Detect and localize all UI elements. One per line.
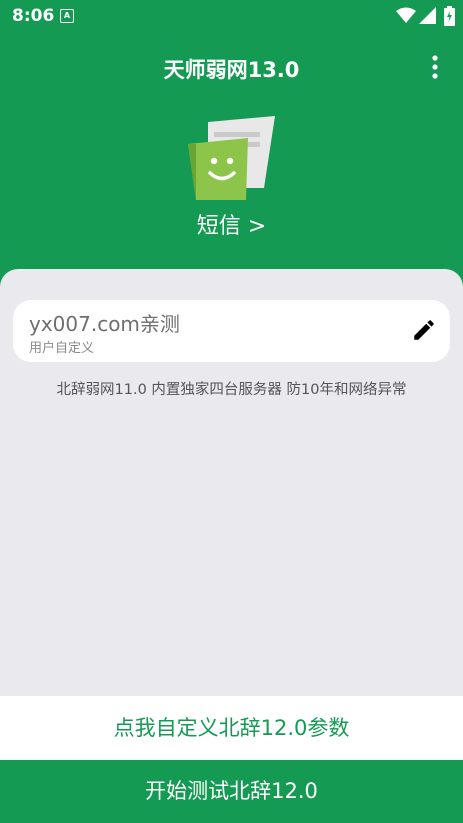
signal-icon — [419, 7, 436, 24]
customize-params-button[interactable]: 点我自定义北辞12.0参数 — [0, 696, 463, 760]
description-text: 北辞弱网11.0 内置独家四台服务器 防10年和网络异常 — [56, 382, 407, 398]
battery-icon — [444, 6, 455, 26]
start-test-button[interactable]: 开始测试北辞12.0 — [0, 760, 463, 823]
custom-config-field[interactable]: yx007.com亲测 用户自定义 — [13, 300, 450, 362]
status-bar: 8:06 A — [0, 0, 463, 32]
more-vert-icon[interactable] — [425, 54, 445, 80]
status-time: 8:06 — [12, 6, 55, 26]
config-value: yx007.com亲测 — [29, 312, 180, 336]
edit-pencil-icon[interactable] — [411, 317, 437, 343]
messages-app-icon[interactable] — [184, 114, 279, 204]
wifi-icon — [396, 7, 416, 23]
config-label: 用户自定义 — [29, 341, 95, 356]
a-notification-icon: A — [60, 9, 74, 23]
app-name-link[interactable]: 短信 > — [0, 208, 463, 240]
app-title: 天师弱网13.0 — [163, 58, 300, 82]
main-content: yx007.com亲测 用户自定义 北辞弱网11.0 内置独家四台服务器 防10… — [0, 269, 463, 696]
header: 天师弱网13.0 短信 > — [0, 32, 463, 292]
